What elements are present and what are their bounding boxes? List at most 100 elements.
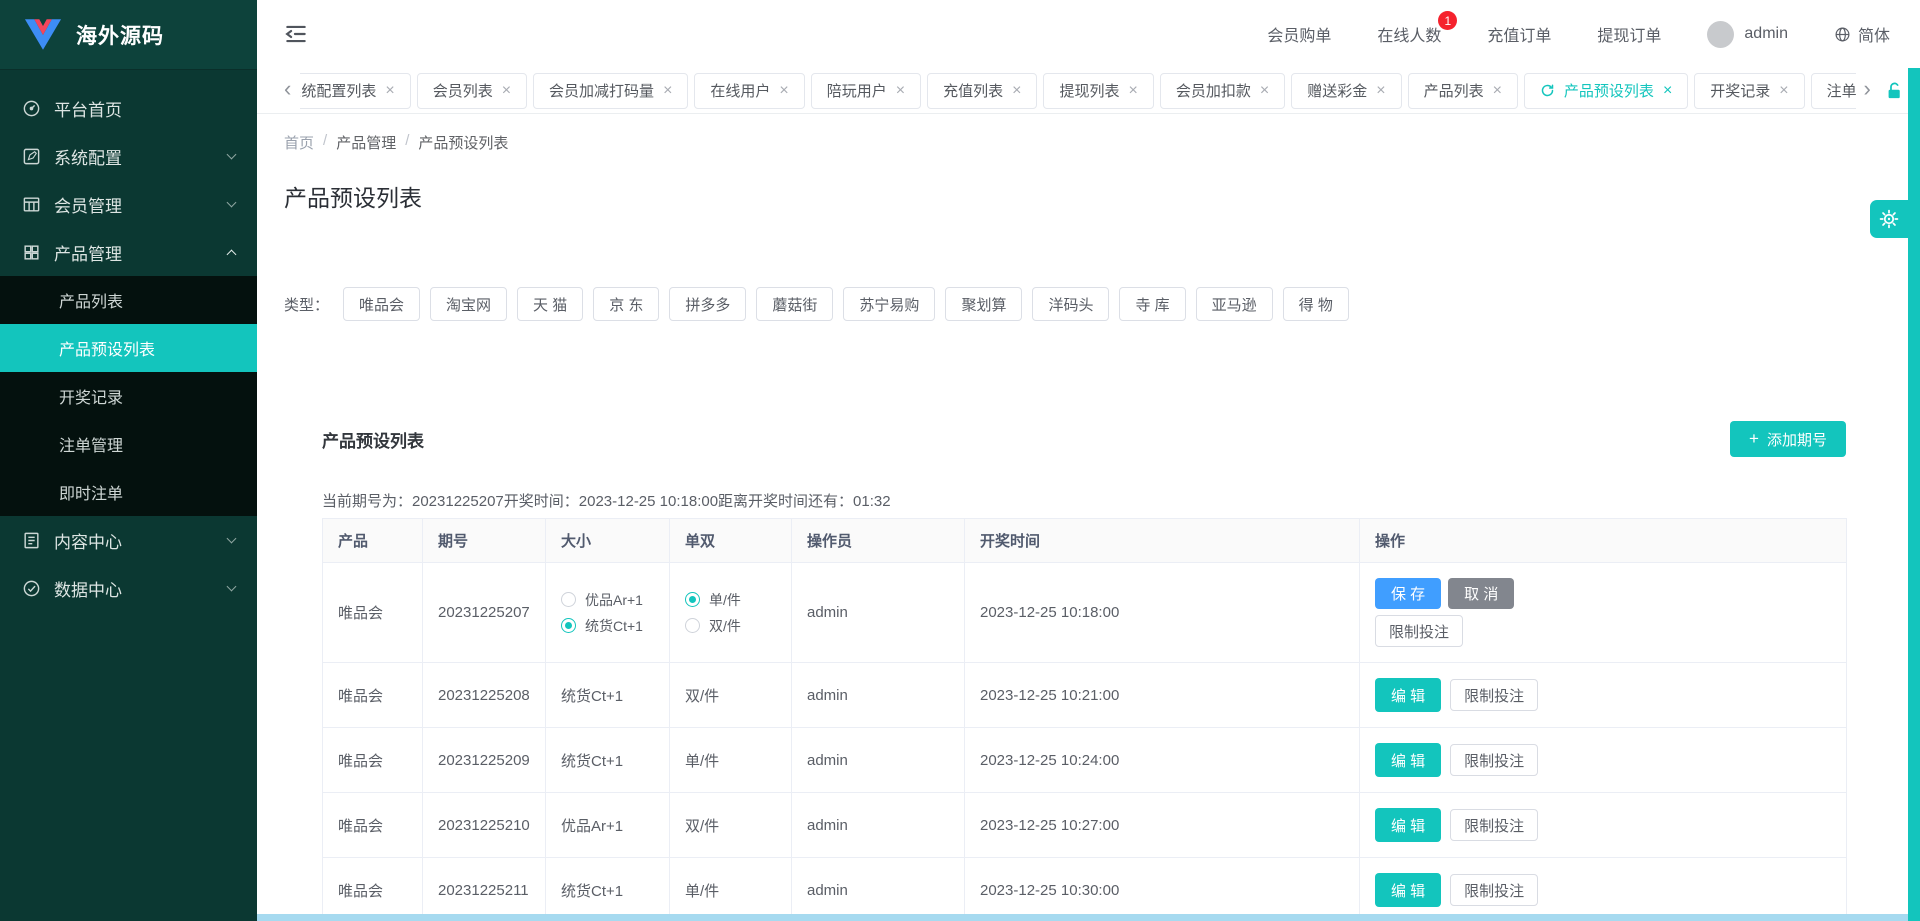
close-icon[interactable]: × (1493, 83, 1502, 99)
limit-bet-button[interactable]: 限制投注 (1375, 615, 1463, 647)
edit-button[interactable]: 编 辑 (1375, 678, 1441, 712)
close-icon[interactable]: × (663, 83, 672, 99)
sidebar-item-draw-records[interactable]: 开奖记录 (0, 372, 257, 420)
tab-system-config-list[interactable]: 系统配置列表 × (300, 73, 410, 109)
close-icon[interactable]: × (1663, 83, 1672, 99)
cell-actions: 编 辑 限制投注 (1360, 728, 1847, 793)
globe-icon (1834, 26, 1851, 43)
sidebar-item-member-management[interactable]: 会员管理 (0, 180, 257, 228)
close-icon[interactable]: × (1012, 83, 1021, 99)
tab-product-list[interactable]: 产品列表 × (1408, 73, 1518, 109)
type-btn-weipinhui[interactable]: 唯品会 (343, 287, 420, 321)
cell-operator: admin (792, 793, 965, 858)
sidebar-item-product-list[interactable]: 产品列表 (0, 276, 257, 324)
sidebar-item-product-preset-list[interactable]: 产品预设列表 (0, 324, 257, 372)
refresh-icon[interactable] (1540, 83, 1555, 98)
check-circle-icon (22, 579, 41, 598)
close-icon[interactable]: × (779, 83, 788, 99)
edit-button[interactable]: 编 辑 (1375, 743, 1441, 777)
tab-recharge-list[interactable]: 充值列表 × (927, 73, 1037, 109)
breadcrumb-product-management[interactable]: 产品管理 (336, 132, 396, 153)
tab-member-adjustment[interactable]: 会员加扣款 × (1160, 73, 1285, 109)
cancel-button[interactable]: 取 消 (1448, 578, 1514, 609)
language-switcher[interactable]: 简体 (1834, 22, 1890, 46)
radio-off-icon[interactable] (561, 592, 576, 607)
close-icon[interactable]: × (502, 83, 511, 99)
tab-label: 充值列表 (943, 80, 1003, 101)
tab-bonus-gift[interactable]: 赠送彩金 × (1291, 73, 1401, 109)
type-btn-amazon[interactable]: 亚马逊 (1196, 287, 1273, 321)
tabs-scroll-left[interactable]: ‹ (281, 78, 300, 103)
tab-draw-records[interactable]: 开奖记录 × (1694, 73, 1804, 109)
cell-issue: 20231225208 (423, 663, 546, 728)
radio-label: 单/件 (709, 590, 741, 610)
sidebar-item-bet-management[interactable]: 注单管理 (0, 420, 257, 468)
radio-on-icon[interactable] (685, 592, 700, 607)
unlock-icon[interactable] (1885, 81, 1904, 101)
close-icon[interactable]: × (385, 83, 394, 99)
online-users-count-link[interactable]: 在线人数 1 (1377, 22, 1441, 46)
settings-gear-button[interactable] (1870, 200, 1908, 238)
table-icon (22, 195, 41, 214)
type-btn-taobao[interactable]: 淘宝网 (430, 287, 507, 321)
tab-withdraw-list[interactable]: 提现列表 × (1043, 73, 1153, 109)
limit-bet-button[interactable]: 限制投注 (1450, 809, 1538, 841)
type-btn-juhuasuan[interactable]: 聚划算 (945, 287, 1022, 321)
withdraw-orders-link[interactable]: 提现订单 (1597, 22, 1661, 46)
type-btn-suning[interactable]: 苏宁易购 (843, 287, 935, 321)
type-btn-dewu[interactable]: 得 物 (1283, 287, 1349, 321)
member-purchase-orders-link[interactable]: 会员购单 (1267, 22, 1331, 46)
cell-actions: 编 辑 限制投注 (1360, 858, 1847, 921)
recharge-orders-link[interactable]: 充值订单 (1487, 22, 1551, 46)
radio-parity-option[interactable]: 单/件 (685, 590, 776, 610)
radio-on-icon[interactable] (561, 618, 576, 633)
menu-fold-icon[interactable] (283, 21, 309, 47)
sidebar-item-realtime-bets[interactable]: 即时注单 (0, 468, 257, 516)
edit-button[interactable]: 编 辑 (1375, 873, 1441, 907)
sidebar-item-label: 数据中心 (54, 576, 122, 601)
sidebar-item-content-center[interactable]: 内容中心 (0, 516, 257, 564)
sidebar-item-system-config[interactable]: 系统配置 (0, 132, 257, 180)
tab-online-users[interactable]: 在线用户 × (694, 73, 804, 109)
cell-product: 唯品会 (323, 663, 423, 728)
type-btn-tmall[interactable]: 天 猫 (517, 287, 583, 321)
close-icon[interactable]: × (896, 83, 905, 99)
sidebar-item-product-management[interactable]: 产品管理 (0, 228, 257, 276)
close-icon[interactable]: × (1376, 83, 1385, 99)
tab-member-list[interactable]: 会员列表 × (417, 73, 527, 109)
save-button[interactable]: 保 存 (1375, 578, 1441, 609)
tab-bet-management[interactable]: 注单管理 × (1811, 73, 1856, 109)
tab-product-preset-list[interactable]: 产品预设列表 × (1524, 73, 1688, 109)
breadcrumb-home[interactable]: 首页 (284, 132, 314, 153)
user-menu[interactable]: admin (1707, 21, 1788, 48)
sidebar-item-dashboard[interactable]: 平台首页 (0, 84, 257, 132)
close-icon[interactable]: × (1260, 83, 1269, 99)
cell-operator: admin (792, 858, 965, 921)
page-title: 产品预设列表 (284, 179, 1920, 213)
radio-size-option[interactable]: 优品Ar+1 (561, 590, 654, 610)
limit-bet-button[interactable]: 限制投注 (1450, 679, 1538, 711)
tabs-scroll-right[interactable]: › (1856, 78, 1877, 103)
horizontal-scrollbar-thumb[interactable] (257, 914, 1908, 921)
radio-off-icon[interactable] (685, 618, 700, 633)
add-issue-button[interactable]: + 添加期号 (1730, 421, 1846, 457)
limit-bet-button[interactable]: 限制投注 (1450, 874, 1538, 906)
tab-member-code-adjust[interactable]: 会员加减打码量 × (533, 73, 688, 109)
type-btn-jd[interactable]: 京 东 (593, 287, 659, 321)
edit-button[interactable]: 编 辑 (1375, 808, 1441, 842)
sidebar: 海外源码 平台首页 系统配置 会员管理 (0, 0, 257, 921)
close-icon[interactable]: × (1779, 83, 1788, 99)
type-btn-mogujie[interactable]: 蘑菇街 (756, 287, 833, 321)
preset-table: 产品 期号 大小 单双 操作员 开奖时间 操作 唯品会 20231225207 (322, 518, 1847, 921)
type-btn-siku[interactable]: 寺 库 (1119, 287, 1185, 321)
radio-size-option[interactable]: 统货Ct+1 (561, 616, 654, 636)
limit-bet-button[interactable]: 限制投注 (1450, 744, 1538, 776)
radio-parity-option[interactable]: 双/件 (685, 616, 776, 636)
close-icon[interactable]: × (1129, 83, 1138, 99)
table-row: 唯品会 20231225211 统货Ct+1 单/件 admin 2023-12… (323, 858, 1847, 921)
sidebar-item-data-center[interactable]: 数据中心 (0, 564, 257, 612)
tab-escort-users[interactable]: 陪玩用户 × (811, 73, 921, 109)
type-btn-yangmatou[interactable]: 洋码头 (1032, 287, 1109, 321)
type-btn-pinduoduo[interactable]: 拼多多 (669, 287, 746, 321)
cell-product: 唯品会 (323, 858, 423, 921)
